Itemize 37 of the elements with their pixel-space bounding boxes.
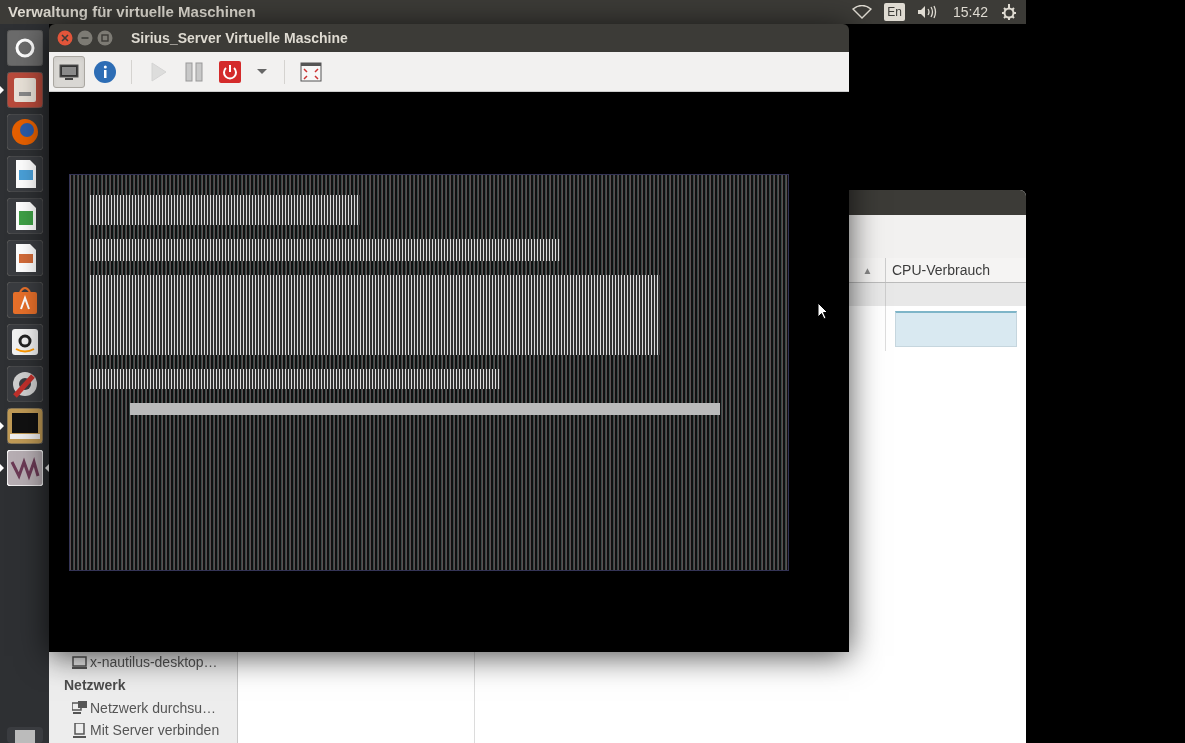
presentation-icon[interactable] [6, 240, 43, 276]
power-icon [218, 59, 242, 84]
maximize-icon[interactable] [97, 30, 113, 46]
app-title: Verwaltung für virtuelle Maschinen [8, 1, 257, 22]
shopping-bag-icon[interactable] [6, 282, 43, 318]
server-icon [72, 722, 87, 738]
computers-icon [72, 700, 87, 716]
virtual-machine-icon[interactable] [6, 450, 43, 486]
monitor-button[interactable] [53, 55, 85, 88]
volume-icon[interactable] [916, 5, 937, 19]
wifi-icon[interactable] [852, 5, 873, 19]
info-icon [93, 59, 117, 84]
window-title: Sirius_Server Virtuelle Maschine [131, 28, 348, 48]
settings-icon[interactable] [1000, 3, 1018, 21]
keyboard-layout-indicator[interactable]: En [884, 3, 905, 21]
close-icon[interactable] [57, 30, 73, 46]
sidebar-item[interactable]: Mit Server verbinden [64, 719, 237, 741]
browser-globe-icon[interactable] [6, 114, 43, 150]
caret-icon [257, 69, 267, 74]
monitor-icon [72, 654, 87, 670]
trash-icon[interactable] [7, 727, 43, 743]
column-header[interactable]: CPU-Verbrauch [886, 258, 1026, 282]
document-icon[interactable] [6, 156, 43, 192]
minimize-icon[interactable] [77, 30, 93, 46]
wrench-gear-icon[interactable] [6, 366, 43, 402]
sidebar-section-heading: Netzwerk [64, 675, 127, 695]
clock[interactable]: 15:42 [952, 1, 988, 23]
sidebar-item[interactable]: Netzwerk durchsu… [64, 697, 237, 719]
dash-home-icon[interactable] [6, 30, 43, 66]
fullscreen-icon [299, 59, 323, 84]
mouse-cursor-icon [817, 302, 828, 320]
sidebar-item[interactable]: x-nautilus-desktop… [64, 651, 237, 673]
terminal-icon[interactable] [6, 408, 43, 444]
file-cabinet-icon[interactable] [6, 72, 43, 108]
pause-icon [182, 59, 206, 84]
spreadsheet-icon[interactable] [6, 198, 43, 234]
smile-arrow-icon[interactable] [6, 324, 43, 360]
